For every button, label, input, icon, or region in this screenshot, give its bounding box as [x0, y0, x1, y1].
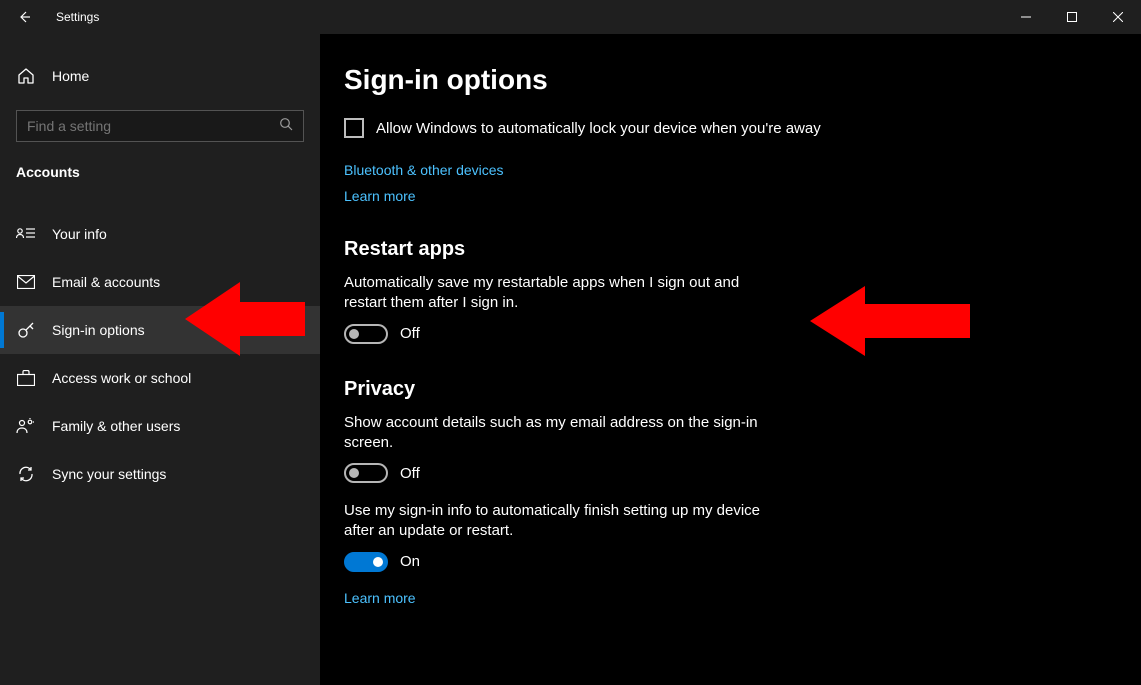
privacy-heading: Privacy: [344, 378, 1141, 401]
restart-apps-toggle[interactable]: [344, 324, 388, 344]
restart-desc: Automatically save my restartable apps w…: [344, 273, 784, 314]
back-button[interactable]: [0, 0, 48, 34]
sidebar-item-label: Sync your settings: [52, 466, 166, 482]
minimize-icon: [1021, 12, 1031, 22]
sidebar: Home Accounts Your info Emai: [0, 34, 320, 685]
sidebar-item-your-info[interactable]: Your info: [0, 210, 320, 258]
search-input[interactable]: [27, 118, 253, 134]
sidebar-item-sync[interactable]: Sync your settings: [0, 450, 320, 498]
learn-more-link[interactable]: Learn more: [344, 188, 1141, 204]
page-title: Sign-in options: [344, 64, 1141, 96]
privacy-toggle1-label: Off: [400, 465, 420, 482]
restart-toggle-label: Off: [400, 325, 420, 342]
people-icon: [16, 418, 36, 434]
learn-more-link-2[interactable]: Learn more: [344, 590, 1141, 606]
arrow-left-icon: [16, 9, 32, 25]
sidebar-item-label: Family & other users: [52, 418, 180, 434]
sidebar-item-label: Your info: [52, 226, 107, 242]
sidebar-item-label: Email & accounts: [52, 274, 160, 290]
privacy-desc2: Use my sign-in info to automatically fin…: [344, 501, 784, 542]
briefcase-icon: [16, 370, 36, 386]
checkbox-icon[interactable]: [344, 118, 364, 138]
search-icon: [279, 117, 293, 136]
close-button[interactable]: [1095, 0, 1141, 34]
home-button[interactable]: Home: [0, 56, 320, 96]
group-label: Accounts: [0, 142, 320, 190]
privacy-toggle-2[interactable]: [344, 552, 388, 572]
sidebar-item-signin[interactable]: Sign-in options: [0, 306, 320, 354]
bluetooth-link[interactable]: Bluetooth & other devices: [344, 162, 1141, 178]
key-icon: [16, 321, 36, 339]
maximize-button[interactable]: [1049, 0, 1095, 34]
window-title: Settings: [56, 10, 99, 24]
close-icon: [1113, 12, 1123, 22]
sidebar-item-label: Access work or school: [52, 370, 191, 386]
sidebar-item-label: Sign-in options: [52, 322, 145, 338]
privacy-desc1: Show account details such as my email ad…: [344, 413, 784, 454]
restart-heading: Restart apps: [344, 238, 1141, 261]
home-icon: [16, 67, 36, 85]
privacy-toggle2-label: On: [400, 553, 420, 570]
sidebar-item-family[interactable]: Family & other users: [0, 402, 320, 450]
content: Sign-in options Allow Windows to automat…: [320, 34, 1141, 685]
auto-lock-label: Allow Windows to automatically lock your…: [376, 120, 821, 137]
sidebar-item-work[interactable]: Access work or school: [0, 354, 320, 402]
sync-icon: [16, 465, 36, 483]
user-card-icon: [16, 226, 36, 242]
home-label: Home: [52, 68, 89, 84]
privacy-toggle-1[interactable]: [344, 463, 388, 483]
titlebar: Settings: [0, 0, 1141, 34]
minimize-button[interactable]: [1003, 0, 1049, 34]
sidebar-item-email[interactable]: Email & accounts: [0, 258, 320, 306]
auto-lock-checkbox-row[interactable]: Allow Windows to automatically lock your…: [344, 118, 1141, 138]
maximize-icon: [1067, 12, 1077, 22]
search-box[interactable]: [16, 110, 304, 142]
mail-icon: [16, 275, 36, 289]
